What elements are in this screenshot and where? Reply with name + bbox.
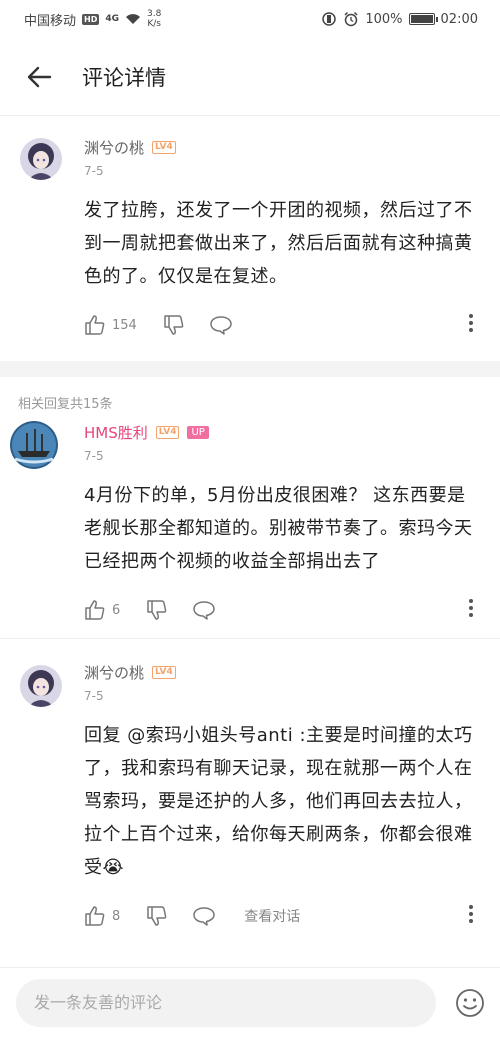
battery-fill — [410, 15, 433, 23]
thumbs-down-icon — [147, 906, 167, 926]
speed-value: 3.8 — [147, 9, 162, 19]
network-type: 4G — [105, 14, 120, 24]
thumbs-down-icon — [147, 600, 167, 620]
comment-input[interactable] — [16, 978, 436, 1027]
comment-date: 7-5 — [84, 689, 104, 703]
username[interactable]: HMS胜利 — [84, 422, 148, 443]
dislike-button[interactable] — [163, 314, 185, 336]
clock: 02:00 — [440, 11, 478, 27]
comment-input-bar — [0, 967, 500, 1037]
username[interactable]: 渊兮の桃 — [84, 137, 144, 158]
thumbs-up-icon — [85, 315, 105, 335]
mention-link[interactable]: @索玛小姐头号anti — [127, 725, 293, 746]
comment-content: 回复 @索玛小姐头号anti :主要是时间撞的太巧了，我和索玛有聊天记录，现在就… — [84, 719, 480, 884]
status-left: 中国移动 HD 4G 3.8 K/s — [24, 9, 161, 29]
user-line: 渊兮の桃 LV4 — [84, 661, 480, 683]
back-arrow-icon[interactable] — [24, 62, 54, 92]
status-bar: 中国移动 HD 4G 3.8 K/s 100% 02:00 — [0, 0, 500, 38]
user-line: 渊兮の桃 LV4 — [84, 136, 480, 158]
speech-bubble-icon — [193, 907, 216, 926]
thumbs-down-icon — [164, 315, 184, 335]
reply-count-label: 相关回复共15条 — [18, 397, 113, 412]
reply-button[interactable] — [192, 599, 216, 621]
battery-icon — [408, 13, 438, 25]
reply-comment: HMS胜利 LV4 UP 7-5 4月份下的单，5月份出皮很困难？ 这东西要是老… — [0, 421, 500, 630]
comment-date: 7-5 — [84, 449, 104, 463]
comment-content: 发了拉胯，还发了一个开团的视频，然后过了不到一周就把套做出来了，然后后面就有这种… — [84, 200, 473, 287]
wifi-icon — [126, 14, 141, 24]
comment-actions: 8 查看对话 — [84, 896, 480, 936]
status-right: 100% 02:00 — [321, 11, 478, 27]
battery-percent: 100% — [365, 11, 403, 27]
alarm-icon — [344, 11, 358, 27]
comment-actions: 154 — [84, 305, 480, 345]
reply-prefix: 回复 — [84, 725, 128, 746]
reply-comment: 渊兮の桃 LV4 7-5 回复 @索玛小姐头号anti :主要是时间撞的太巧了，… — [0, 639, 500, 936]
vibrate-icon — [322, 12, 337, 26]
thumbs-up-icon — [85, 600, 105, 620]
dislike-button[interactable] — [146, 905, 168, 927]
comment-actions: 6 — [84, 590, 480, 630]
thumbs-up-icon — [85, 906, 105, 926]
comment-content: 4月份下的单，5月份出皮很困难？ 这东西要是老舰长那全都知道的。别被带节奏了。索… — [84, 485, 473, 572]
more-options-icon[interactable] — [468, 598, 474, 622]
like-button[interactable]: 6 — [84, 599, 120, 621]
level-badge: LV4 — [155, 425, 180, 439]
like-button[interactable]: 8 — [84, 905, 120, 927]
main-comment: 渊兮の桃 LV4 7-5 发了拉胯，还发了一个开团的视频，然后过了不到一周就把套… — [0, 116, 500, 345]
level-badge: LV4 — [152, 140, 176, 154]
username[interactable]: 渊兮の桃 — [84, 662, 144, 683]
like-button[interactable]: 154 — [84, 314, 137, 336]
view-dialog-link[interactable]: 查看对话 — [244, 906, 300, 926]
level-badge: LV4 — [152, 665, 176, 679]
header: 评论详情 — [0, 38, 500, 116]
page-title: 评论详情 — [82, 65, 166, 90]
avatar[interactable] — [20, 138, 62, 180]
speed-unit: K/s — [147, 19, 161, 29]
avatar[interactable] — [20, 665, 62, 707]
more-options-icon[interactable] — [468, 313, 474, 337]
carrier-label: 中国移动 — [24, 13, 77, 29]
user-line: HMS胜利 LV4 UP — [84, 421, 480, 443]
comment-date: 7-5 — [84, 164, 104, 178]
like-count: 154 — [112, 317, 137, 333]
more-options-icon[interactable] — [468, 904, 474, 928]
hd-icon: HD — [82, 13, 100, 25]
speech-bubble-icon — [193, 601, 216, 620]
like-count: 6 — [112, 602, 121, 618]
reply-button[interactable] — [192, 905, 216, 927]
up-badge: UP — [187, 425, 209, 439]
like-count: 8 — [112, 908, 121, 924]
network-speed: 3.8 K/s — [147, 9, 161, 29]
reply-text: :主要是时间撞的太巧了，我和索玛有聊天记录，现在就那一两个人在骂索玛，要是还护的… — [84, 725, 473, 878]
reply-button[interactable] — [209, 314, 233, 336]
avatar[interactable] — [10, 421, 58, 469]
emoji-icon[interactable] — [454, 987, 486, 1019]
crying-emoji: 😭 — [102, 857, 125, 878]
section-divider — [0, 361, 500, 377]
speech-bubble-icon — [210, 316, 232, 335]
dislike-button[interactable] — [146, 599, 168, 621]
